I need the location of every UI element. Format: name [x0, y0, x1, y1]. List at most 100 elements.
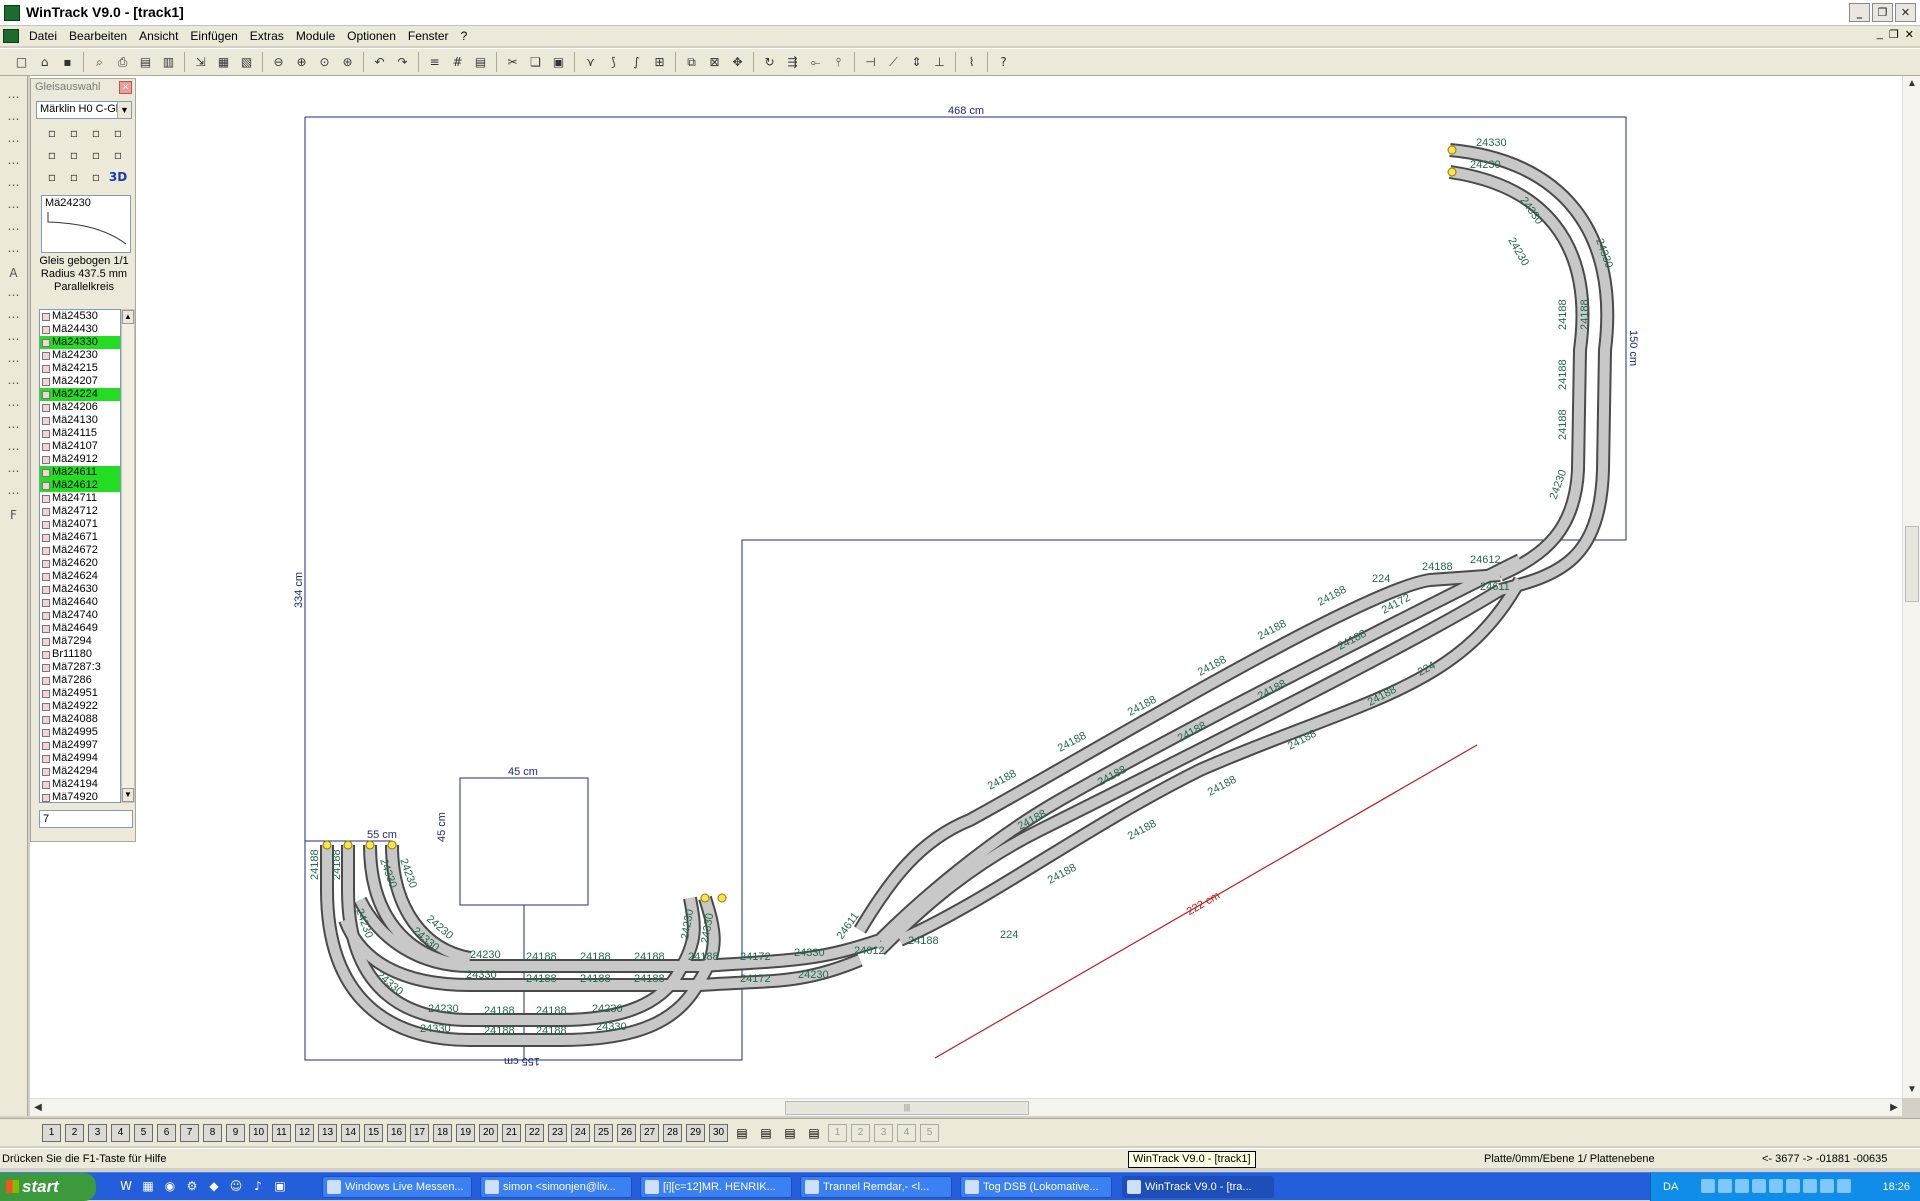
straight-track-icon[interactable]: ▫ — [41, 125, 63, 141]
menu-ansicht[interactable]: Ansicht — [133, 26, 184, 46]
track-list-item[interactable]: Mä24620 — [40, 557, 120, 570]
messenger-tray-icon[interactable] — [1718, 1179, 1732, 1193]
scroll-up-icon[interactable]: ▲ — [1904, 76, 1920, 92]
menu-help[interactable]: ? — [455, 26, 474, 46]
part-search-input[interactable]: 7 — [39, 810, 133, 828]
vertical-scrollbar[interactable]: ▲ ▼ — [1902, 76, 1920, 1098]
layer-button-2[interactable]: 2 — [65, 1123, 84, 1142]
zoom-window-icon[interactable]: ⊙ — [315, 53, 334, 72]
join-icon[interactable]: ⊣ — [861, 53, 880, 72]
statistics-icon[interactable]: ▦ — [214, 53, 233, 72]
flex-bend-icon[interactable]: ⋯ — [4, 132, 24, 150]
parts-list-icon[interactable]: ≡ — [425, 53, 444, 72]
track-list-item[interactable]: Mä24230 — [40, 349, 120, 362]
scroll-right-icon[interactable]: ▶ — [1886, 1100, 1902, 1116]
layer-button-3[interactable]: 3 — [88, 1123, 107, 1142]
layer-button-9[interactable]: 9 — [226, 1123, 245, 1142]
track-list-item[interactable]: Mä24611 — [40, 466, 120, 479]
menu-bearbeiten[interactable]: Bearbeiten — [63, 26, 133, 46]
track-list-item[interactable]: Mä24711 — [40, 492, 120, 505]
track-list-item[interactable]: Mä24294 — [40, 765, 120, 778]
track-list-item[interactable]: Mä24671 — [40, 531, 120, 544]
signal-icon[interactable]: ⋯ — [4, 286, 24, 304]
building-icon[interactable]: ⋯ — [4, 308, 24, 326]
move-icon[interactable]: ✥ — [728, 53, 747, 72]
zoom-all-icon[interactable]: ⊛ — [338, 53, 357, 72]
scroll-down-icon[interactable]: ▼ — [1904, 1082, 1920, 1098]
track-list-item[interactable]: Mä24206 — [40, 401, 120, 414]
quicklaunch-app-icon[interactable]: ◆ — [206, 1178, 222, 1194]
antivirus-icon[interactable] — [1786, 1179, 1800, 1193]
cut-icon[interactable]: ✂ — [503, 53, 522, 72]
menu-module[interactable]: Module — [290, 26, 341, 46]
level-button-2[interactable]: 2 — [851, 1123, 870, 1142]
paint-icon[interactable]: ⋯ — [4, 484, 24, 502]
track-list-item[interactable]: Mä24071 — [40, 518, 120, 531]
maximize-button[interactable]: ❐ — [1872, 3, 1893, 22]
text-icon[interactable]: A — [4, 264, 24, 282]
layer-button-14[interactable]: 14 — [341, 1123, 360, 1142]
split-icon[interactable]: ⫯ — [829, 53, 848, 72]
quicklaunch-winamp-icon[interactable]: W — [118, 1178, 134, 1194]
layer-button-24[interactable]: 24 — [571, 1123, 590, 1142]
layer-button-11[interactable]: 11 — [272, 1123, 291, 1142]
flex-track-icon[interactable]: ⋯ — [4, 88, 24, 106]
horizontal-scroll-thumb[interactable]: ||| — [785, 1101, 1029, 1115]
task-trannel[interactable]: Trannel Remdar,- <l... — [800, 1176, 952, 1198]
flex-curve-icon[interactable]: ⋯ — [4, 110, 24, 128]
task-forum[interactable]: [i][c=12]MR. HENRIK... — [640, 1176, 792, 1198]
track-list-item[interactable]: Mä7294 — [40, 635, 120, 648]
measure-icon[interactable]: ⋯ — [4, 198, 24, 216]
terrain-icon[interactable]: ⌇ — [962, 53, 981, 72]
grid-icon[interactable]: # — [448, 53, 467, 72]
raise-icon[interactable]: ▫ — [63, 169, 85, 185]
track-list-item[interactable]: Mä24115 — [40, 427, 120, 440]
track-list-item[interactable]: Mä24224 — [40, 388, 120, 401]
layer-button-13[interactable]: 13 — [318, 1123, 337, 1142]
level-button-4[interactable]: 4 — [897, 1123, 916, 1142]
track-list-item[interactable]: Mä24612 — [40, 479, 120, 492]
track-list-item[interactable]: Mä7286 — [40, 674, 120, 687]
building-icon[interactable]: ▫ — [41, 147, 63, 163]
track-list-item[interactable]: Mä24630 — [40, 583, 120, 596]
quicklaunch-tools-icon[interactable]: ▣ — [272, 1178, 288, 1194]
font-icon[interactable]: F — [4, 506, 24, 524]
connect-icon[interactable]: ⟜ — [806, 53, 825, 72]
align-icon[interactable]: ⋯ — [4, 440, 24, 458]
task-wintrack[interactable]: WinTrack V9.0 - [tra... — [1122, 1176, 1274, 1198]
layer-button-6[interactable]: 6 — [157, 1123, 176, 1142]
security-icon[interactable] — [1769, 1179, 1783, 1193]
chevron-down-icon[interactable]: ▼ — [117, 102, 131, 118]
track-list-item[interactable]: Br11180 — [40, 648, 120, 661]
lower-icon[interactable]: ▫ — [85, 169, 107, 185]
scroll-up-icon[interactable]: ▲ — [122, 310, 134, 324]
height-icon[interactable]: ⇕ — [907, 53, 926, 72]
track-list-item[interactable]: Mä24130 — [40, 414, 120, 427]
layer-button-4[interactable]: 4 — [111, 1123, 130, 1142]
menu-einfuegen[interactable]: Einfügen — [184, 26, 243, 46]
ruler-icon[interactable]: ⋯ — [4, 462, 24, 480]
task-tog-dsb[interactable]: Tog DSB (Lokomative... — [960, 1176, 1112, 1198]
scroll-left-icon[interactable]: ◀ — [30, 1100, 46, 1116]
platform-icon[interactable]: ▫ — [85, 147, 107, 163]
curve-track-icon[interactable]: ▫ — [63, 125, 85, 141]
terrain-icon[interactable]: ⋯ — [4, 418, 24, 436]
manufacturer-select[interactable]: Märklin H0 C-Gleis ▼ — [36, 101, 132, 119]
paste-icon[interactable]: ▣ — [549, 53, 568, 72]
mdi-close-button[interactable]: ✕ — [1905, 28, 1914, 41]
list-scrollbar[interactable]: ▲ ▼ — [121, 309, 135, 803]
layer-button-20[interactable]: 20 — [479, 1123, 498, 1142]
track-list-item[interactable]: Mä24640 — [40, 596, 120, 609]
layer-button-18[interactable]: 18 — [433, 1123, 452, 1142]
redo-icon[interactable]: ↷ — [393, 53, 412, 72]
layer-button-1[interactable]: 1 — [42, 1123, 61, 1142]
update-icon[interactable] — [1735, 1179, 1749, 1193]
bridge-icon[interactable]: ▫ — [107, 147, 129, 163]
menu-fenster[interactable]: Fenster — [402, 26, 455, 46]
layer-button-22[interactable]: 22 — [525, 1123, 544, 1142]
bluetooth-icon[interactable] — [1837, 1179, 1851, 1193]
close-button[interactable]: ✕ — [1895, 3, 1916, 22]
slope-icon[interactable]: ⟋ — [884, 53, 903, 72]
flex-icon[interactable]: ∫ — [627, 53, 646, 72]
layer-button-30[interactable]: 30 — [709, 1123, 728, 1142]
